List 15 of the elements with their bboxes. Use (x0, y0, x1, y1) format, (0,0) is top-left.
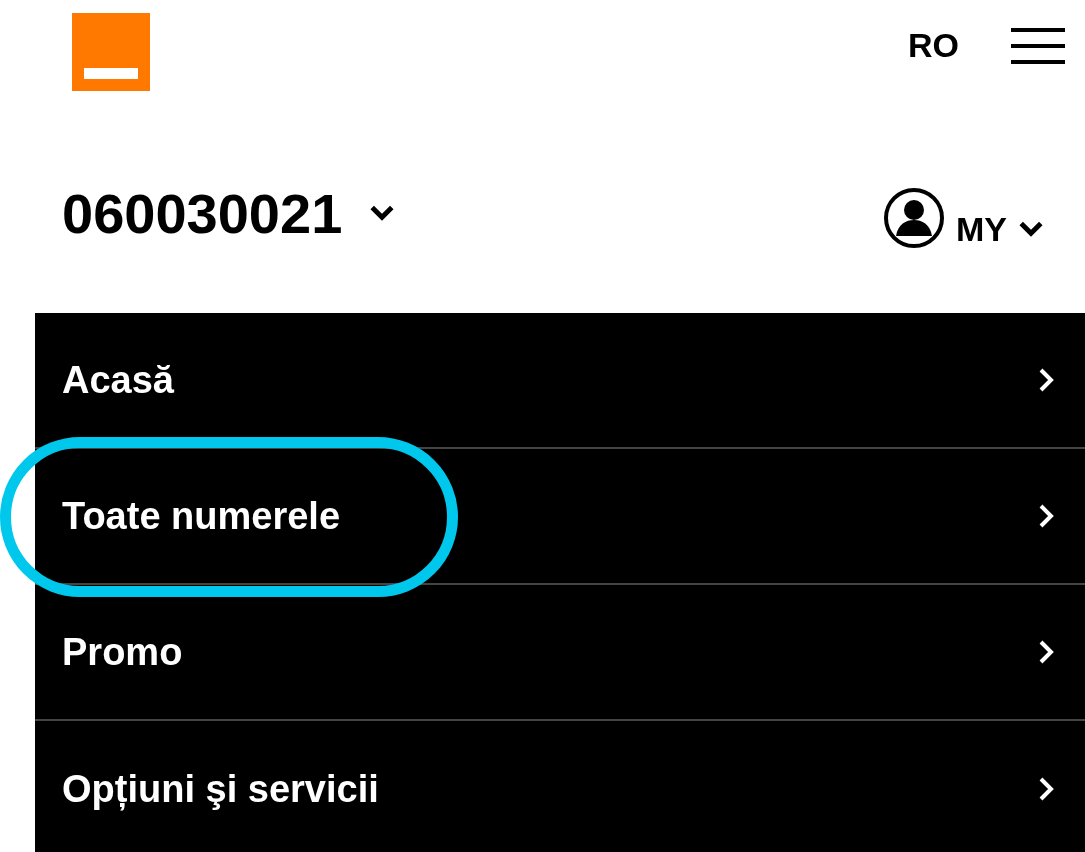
menu-item[interactable]: Acasă (35, 313, 1085, 449)
chevron-right-icon (1037, 775, 1055, 803)
logo-icon[interactable] (72, 12, 150, 91)
user-icon[interactable] (882, 186, 946, 250)
chevron-right-icon (1037, 502, 1055, 530)
menu-icon[interactable] (1011, 25, 1065, 66)
chevron-right-icon (1037, 366, 1055, 394)
language-button[interactable]: RO (908, 26, 959, 65)
menu-item[interactable]: Promo (35, 585, 1085, 721)
chevron-down-icon (1017, 219, 1045, 239)
chevron-right-icon (1037, 638, 1055, 666)
phone-number-dropdown[interactable]: 060030021 (62, 180, 397, 246)
menu-item[interactable]: Opțiuni şi servicii (35, 721, 1085, 852)
menu-item[interactable]: Toate numerele (35, 449, 1085, 585)
account-dropdown[interactable]: MY (956, 209, 1045, 249)
